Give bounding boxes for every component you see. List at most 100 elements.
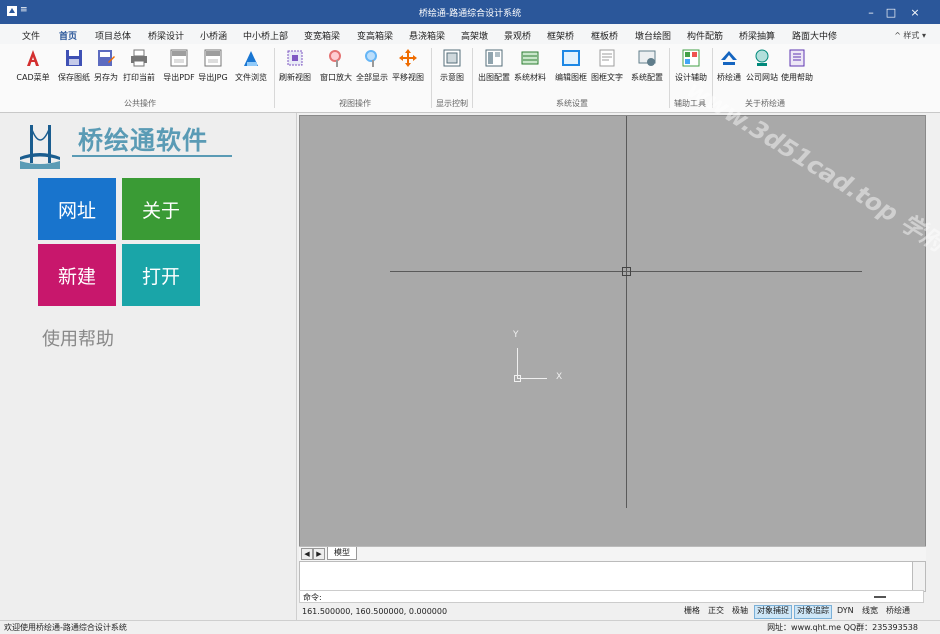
system-config-button[interactable]: 系统配置 [630,48,664,92]
model-tab[interactable]: 模型 [327,547,357,560]
ucs-y-label: Y [513,330,519,340]
dyn-toggle[interactable]: DYN [835,605,856,617]
cad-menu-label: CAD菜单 [16,73,50,82]
zoom-all-icon [362,48,382,68]
command-input[interactable]: 命令: [299,590,924,603]
close-button[interactable]: × [902,0,928,24]
tab-bridge-design[interactable]: 桥梁设计 [148,29,184,42]
tab-landscape-bridge[interactable]: 景观桥 [504,29,531,42]
brand-underline [72,155,232,157]
tab-prev-button[interactable]: ◀ [301,548,313,560]
tab-var-width-box[interactable]: 变宽箱梁 [304,29,340,42]
materials-icon [520,48,540,68]
group-label-system: 系统设置 [556,99,588,108]
ucs-x-label: X [556,372,563,382]
osnap-toggle[interactable]: 对象捕捉 [754,605,792,619]
group-divider [472,48,473,108]
frame-text-icon [597,48,617,68]
zoom-all-button[interactable]: 全部显示 [355,48,389,92]
crosshair-vertical [626,116,627,508]
tab-culvert[interactable]: 小桥涵 [200,29,227,42]
tab-frame-bridge[interactable]: 框架桥 [547,29,574,42]
lineweight-toggle[interactable]: 线宽 [860,605,880,617]
tab-var-height-box[interactable]: 变高箱梁 [357,29,393,42]
status-bar: 欢迎使用桥绘通-路通综合设计系统 网址：www.qht.me QQ群：23539… [0,620,940,634]
command-scrollbar[interactable] [912,561,926,592]
print-current-label: 打印当前 [123,73,155,82]
zoom-window-button[interactable]: 窗口放大 [319,48,353,92]
export-pdf-button[interactable]: 导出PDF [162,48,196,92]
tab-next-button[interactable]: ▶ [313,548,325,560]
save-as-button[interactable]: 另存为 [92,48,120,92]
frame-text-button[interactable]: 图框文字 [590,48,624,92]
website-icon [752,48,772,68]
pan-view-button[interactable]: 平移视图 [391,48,425,92]
tab-file[interactable]: 文件 [22,29,40,42]
ribbon: CAD菜单 保存图纸 另存为 打印当前 导出PDF 导出JPG 文件浏览 刷新视… [0,44,940,113]
print-current-button[interactable]: 打印当前 [122,48,156,92]
bridge-toggle[interactable]: 桥绘通 [884,605,912,617]
company-website-label: 公司网站 [746,73,778,82]
tab-project[interactable]: 项目总体 [95,29,131,42]
tab-home[interactable]: 首页 [55,29,81,46]
file-browse-button[interactable]: 文件浏览 [234,48,268,92]
tab-pier-drawing[interactable]: 墩台绘图 [635,29,671,42]
company-website-button[interactable]: 公司网站 [745,48,779,92]
polar-toggle[interactable]: 极轴 [730,605,750,617]
style-menu[interactable]: ^ 样式 ▾ [894,30,926,41]
grid-toggle[interactable]: 栅格 [682,605,702,617]
bridge-logo-icon [719,48,739,68]
edit-frame-icon [561,48,581,68]
export-pdf-icon [169,48,189,68]
diagram-icon [442,48,462,68]
status-contact: 网址：www.qht.me QQ群：235393538 [767,623,918,632]
ucs-y-axis [517,348,518,378]
start-panel: 桥绘通软件 网址 关于 新建 打开 使用帮助 [0,113,297,620]
tab-elevated-pier[interactable]: 高架墩 [461,29,488,42]
save-drawing-label: 保存图纸 [58,73,90,82]
help-book-icon [787,48,807,68]
otrack-toggle[interactable]: 对象追踪 [794,605,832,619]
diagram-button[interactable]: 示意图 [437,48,467,92]
export-jpg-button[interactable]: 导出JPG [197,48,229,92]
website-tile[interactable]: 网址 [38,178,116,240]
tab-pavement-repair[interactable]: 路面大中修 [792,29,837,42]
file-browse-icon [241,48,261,68]
group-label-common: 公共操作 [124,99,156,108]
refresh-view-button[interactable]: 刷新视图 [278,48,312,92]
about-tile[interactable]: 关于 [122,178,200,240]
tab-frame-slab[interactable]: 框板桥 [591,29,618,42]
brand-title: 桥绘通软件 [78,126,209,155]
cad-menu-button[interactable]: CAD菜单 [16,48,50,92]
tab-bridge-calc[interactable]: 桥梁抽算 [739,29,775,42]
open-tile[interactable]: 打开 [122,244,200,306]
tab-superstructure[interactable]: 中小桥上部 [243,29,288,42]
zoom-window-icon [326,48,346,68]
system-config-icon [637,48,657,68]
frame-text-label: 图框文字 [591,73,623,82]
zoom-window-label: 窗口放大 [320,73,352,82]
new-tile[interactable]: 新建 [38,244,116,306]
ortho-toggle[interactable]: 正交 [706,605,726,617]
export-jpg-icon [203,48,223,68]
coordinate-readout: 161.500000, 160.500000, 0.000000 [302,607,448,616]
edit-frame-button[interactable]: 编辑图框 [553,48,589,92]
title-bar: ≡ 桥绘通-路通综合设计系统 – □ × [0,0,940,24]
ucs-origin [514,375,521,382]
menu-bar: 文件 首页 项目总体 桥梁设计 小桥涵 中小桥上部 变宽箱梁 变高箱梁 悬浇箱梁… [0,24,940,46]
system-materials-label: 系统材料 [514,73,546,82]
save-drawing-button[interactable]: 保存图纸 [57,48,91,92]
print-config-button[interactable]: 出图配置 [477,48,511,92]
tab-cantilever-box[interactable]: 悬浇箱梁 [409,29,445,42]
print-config-label: 出图配置 [478,73,510,82]
maximize-button[interactable]: □ [878,0,904,24]
help-link[interactable]: 使用帮助 [42,325,114,351]
edit-frame-label: 编辑图框 [555,73,587,82]
command-minimize[interactable] [874,596,886,598]
usage-help-button[interactable]: 使用帮助 [780,48,814,92]
system-materials-button[interactable]: 系统材料 [513,48,547,92]
file-browse-label: 文件浏览 [235,73,267,82]
export-jpg-label: 导出JPG [198,73,228,82]
tab-rebar[interactable]: 构件配筋 [687,29,723,42]
printer-icon [129,48,149,68]
